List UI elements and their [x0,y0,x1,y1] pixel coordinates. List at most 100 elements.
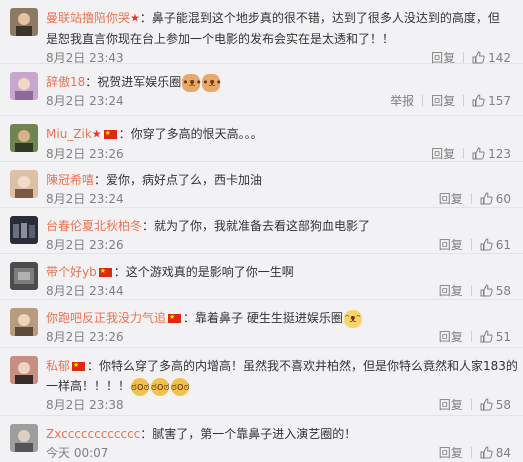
like-count: 84 [495,446,511,460]
china-flag-icon [72,359,86,371]
like-button[interactable]: 61 [480,238,511,252]
divider [463,51,465,63]
divider [470,447,472,458]
like-button[interactable]: 84 [480,446,511,460]
timestamp: 今天 00:07 [46,446,109,460]
comment-meta: 8月2日 23:24 回复 60 [46,190,511,208]
thumbs-up-icon [472,146,485,159]
avatar[interactable] [10,124,38,152]
username[interactable]: 你跑吧反正我没力气追 [46,311,166,325]
comment-item: Zxcccccccccccc：腻害了，第一个靠鼻子进入演艺圈的！ 今天 00:0… [0,416,523,462]
comment-text: ：就为了你，我就准备去看这部狗血电影了 [142,219,371,233]
comment-item: Miu_Zik★ ：你穿了多高的恨天高。。。 8月2日 23:26 回复 123 [0,116,523,162]
china-flag-icon [103,127,117,139]
divider [463,147,465,159]
cat-emoji-icon: ᵔᴥᵔ [343,309,362,328]
divider [470,239,472,250]
like-button[interactable]: 58 [480,284,511,298]
reply-button[interactable]: 回复 [439,330,463,344]
comment-meta: 8月2日 23:26 回复 51 [46,328,511,346]
avatar[interactable] [10,216,38,244]
comment-text: ：你穿了多高的恨天高。。。 [118,127,263,141]
avatar[interactable] [10,262,38,290]
comment-text-continued: 是恕我直言你现在台上参加一个电影的发布会实在是太透和了！！ [46,31,395,46]
like-count: 157 [488,94,511,108]
comment-list: 曼联站撸陪你哭★：鼻子能混到这个地步真的很不错，达到了很多人没达到的高度，但 是… [0,0,523,462]
thumbs-up-icon [480,330,493,343]
divider [470,399,472,410]
reply-button[interactable]: 回复 [439,238,463,252]
doge-emoji-icon: •ᴥ• [182,73,202,92]
timestamp: 8月2日 23:26 [46,146,124,161]
timestamp: 8月2日 23:24 [46,192,124,206]
username[interactable]: 台春伦夏北秋柏冬 [46,219,142,233]
reply-button[interactable]: 回复 [439,446,463,460]
comment-meta: 8月2日 23:44 回复 58 [46,282,511,300]
avatar[interactable] [10,356,38,384]
username[interactable]: 曼联站撸陪你哭 [46,11,130,25]
comment-text: ：你特么穿了多高的内增高！虽然我不喜欢井柏然，但是你特么竟然和人家183的 [87,359,518,373]
like-button[interactable]: 51 [480,330,511,344]
comment-meta: 今天 00:07 回复 84 [46,444,511,462]
comment-text: ：这个游戏真的是影响了你一生啊 [113,265,294,279]
comment-text: ：爱你，病好点了么，西卡加油 [94,173,263,187]
username[interactable]: 私郁 [46,359,70,373]
comment-item: 曼联站撸陪你哭★：鼻子能混到这个地步真的很不错，达到了很多人没达到的高度，但 是… [0,0,523,65]
divider [470,193,472,204]
comment-meta: 8月2日 23:26 回复 123 [46,145,511,163]
like-button[interactable]: 58 [480,398,511,412]
comment-text: ：靠着鼻子 硬生生挺进娱乐圈 [183,311,343,325]
timestamp: 8月2日 23:26 [46,238,124,252]
divider [463,95,465,106]
divider [470,285,472,296]
username[interactable]: 辞傲18 [46,75,85,89]
thumbs-up-icon [480,192,493,205]
timestamp: 8月2日 23:38 [46,398,124,412]
comment-item: 辞傲18：祝贺进军娱乐圈•ᴥ••ᴥ• 8月2日 23:24 举报 回复 157 [0,64,523,116]
reply-button[interactable]: 回复 [439,192,463,206]
avatar[interactable] [10,424,38,452]
vip-star-icon: ★ [91,127,102,141]
like-button[interactable]: 123 [472,147,511,161]
avatar[interactable] [10,170,38,198]
comment-meta: 8月2日 23:38 回复 58 [46,396,511,414]
avatar[interactable] [10,72,38,100]
reply-button[interactable]: 回复 [439,284,463,298]
divider [470,331,472,342]
reply-button[interactable]: 回复 [431,94,455,108]
avatar[interactable] [10,308,38,336]
username[interactable]: Zxcccccccccccc [46,427,140,441]
comment-item: 陳冠希嘻：爱你，病好点了么，西卡加油 8月2日 23:24 回复 60 [0,162,523,208]
comment-meta: 8月2日 23:26 回复 61 [46,236,511,254]
shocked-emoji-icon: ಠoಠ [131,377,149,396]
like-button[interactable]: 142 [472,51,511,65]
thumbs-up-icon [480,284,493,297]
like-count: 61 [495,238,511,252]
username[interactable]: Miu_Zik [46,127,92,141]
timestamp: 8月2日 23:24 [46,94,124,108]
like-button[interactable]: 60 [480,192,511,206]
comment-item: 你跑吧反正我没力气追 ：靠着鼻子 硬生生挺进娱乐圈ᵔᴥᵔ 8月2日 23:26 回… [0,300,523,348]
username[interactable]: 陳冠希嘻 [46,173,94,187]
username[interactable]: 带个好yb [46,265,97,279]
thumbs-up-icon [480,398,493,411]
shocked-emoji-icon: ಠoಠ [171,377,189,396]
doge-emoji-icon: •ᴥ• [202,73,222,92]
reply-button[interactable]: 回复 [431,51,455,65]
comment-item: 带个好yb ：这个游戏真的是影响了你一生啊 8月2日 23:44 回复 58 [0,254,523,300]
reply-button[interactable]: 回复 [439,398,463,412]
comment-text-continued: 一样高！！！！ [46,379,131,393]
avatar[interactable] [10,8,38,36]
like-count: 58 [495,398,511,412]
like-count: 60 [495,192,511,206]
comment-item: 台春伦夏北秋柏冬：就为了你，我就准备去看这部狗血电影了 8月2日 23:26 回… [0,208,523,254]
like-count: 51 [495,330,511,344]
like-count: 58 [495,284,511,298]
timestamp: 8月2日 23:26 [46,330,124,344]
like-button[interactable]: 157 [472,94,511,108]
timestamp: 8月2日 23:44 [46,284,124,298]
shocked-emoji-icon: ಠoಠ [151,377,169,396]
reply-button[interactable]: 回复 [431,147,455,161]
like-count: 123 [488,146,511,161]
report-button[interactable]: 举报 [390,94,414,108]
